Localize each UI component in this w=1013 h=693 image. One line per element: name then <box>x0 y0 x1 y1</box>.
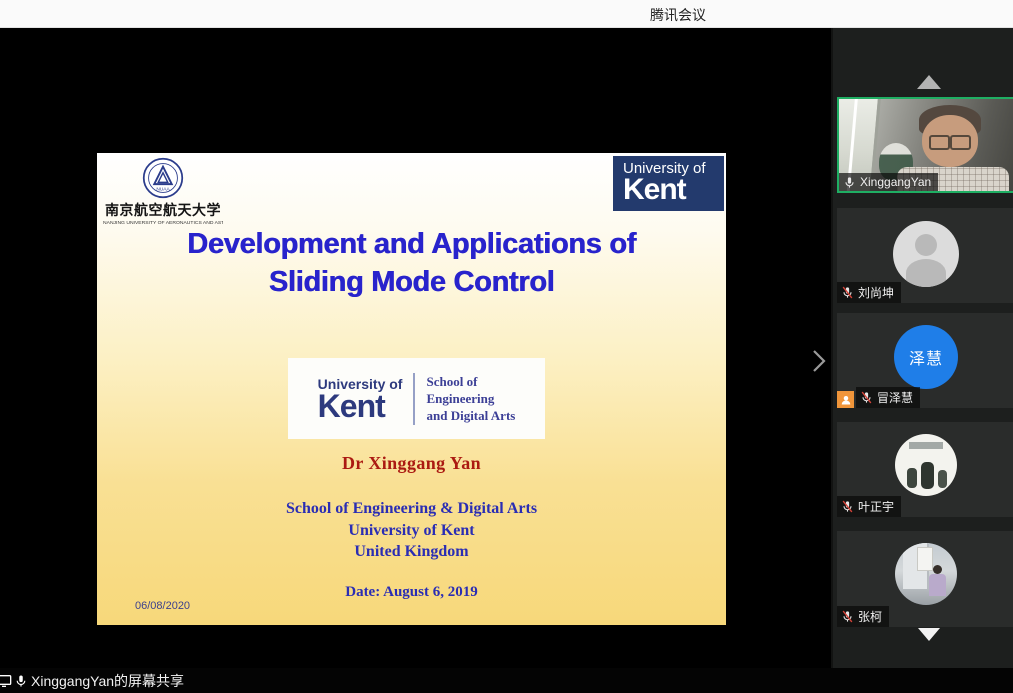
affiliation-line3: United Kingdom <box>97 541 726 563</box>
participant-tile-liushangkun[interactable]: 刘尚坤 <box>837 208 1013 303</box>
participant-name-label: 叶正宇 <box>858 498 894 515</box>
presenter-name: Dr Xinggang Yan <box>97 453 726 474</box>
window-title-bar: 腾讯会议 <box>0 0 1013 28</box>
slide-title-line2: Sliding Mode Control <box>97 263 726 301</box>
screen-share-icon <box>0 673 12 689</box>
participant-tile-xinggangyan[interactable]: XinggangYan <box>837 97 1013 193</box>
presentation-slide: NUAA 南京航空航天大学 NANJING UNIVERSITY OF AERO… <box>97 153 726 625</box>
participant-name-label: 刘尚坤 <box>858 284 894 301</box>
participant-name-bar: 刘尚坤 <box>837 282 901 303</box>
participants-sidebar: XinggangYan 刘尚坤 泽慧 <box>831 28 1013 668</box>
participant-tile-yezhengyu[interactable]: 叶正宇 <box>837 422 1013 517</box>
kent-badge-line2: Kent <box>623 173 718 207</box>
slide-title: Development and Applications of Sliding … <box>97 225 726 301</box>
slide-title-line1: Development and Applications of <box>97 225 726 263</box>
scroll-down-button[interactable] <box>918 628 940 641</box>
affiliation-block: School of Engineering & Digital Arts Uni… <box>97 498 726 563</box>
participant-name-label: 张柯 <box>858 608 882 625</box>
member-role-badge-icon <box>837 391 854 408</box>
avatar-initials: 泽慧 <box>894 325 958 389</box>
participant-name-bar: 冒泽慧 <box>837 387 920 408</box>
mic-muted-icon <box>841 286 854 299</box>
participant-name-bar: 叶正宇 <box>837 496 901 517</box>
mic-muted-icon <box>841 610 854 623</box>
avatar-image <box>895 434 957 496</box>
affiliation-line1: School of Engineering & Digital Arts <box>97 498 726 520</box>
presentation-date: Date: August 6, 2019 <box>97 584 726 601</box>
kent-logo-text: University of Kent <box>318 376 403 420</box>
mic-muted-icon <box>841 500 854 513</box>
mic-muted-icon <box>860 391 873 404</box>
scroll-up-button[interactable] <box>917 75 941 89</box>
nuaa-name-cn: 南京航空航天大学 <box>103 200 223 220</box>
nuaa-emblem-icon: NUAA <box>142 157 184 199</box>
svg-text:NUAA: NUAA <box>156 186 170 192</box>
bottom-status-bar: XinggangYan的屏幕共享 <box>0 668 1013 693</box>
participant-name-label: XinggangYan <box>860 175 931 189</box>
participant-tile-zhangke[interactable]: 张柯 <box>837 531 1013 627</box>
participant-name-bar: XinggangYan <box>839 173 938 191</box>
participant-name-bar: 张柯 <box>837 606 889 627</box>
avatar-image <box>895 543 957 605</box>
kent-school-logo-box: University of Kent School of Engineering… <box>288 358 545 439</box>
mic-on-icon <box>843 176 856 189</box>
app-title: 腾讯会议 <box>650 5 706 25</box>
avatar-placeholder-icon <box>893 221 959 287</box>
school-name-text: School of Engineering and Digital Arts <box>426 373 515 424</box>
affiliation-line2: University of Kent <box>97 520 726 542</box>
participant-tile-maozehui[interactable]: 泽慧 冒泽慧 <box>837 313 1013 408</box>
sidebar-collapse-chevron-icon[interactable] <box>811 348 827 374</box>
screen-share-stage: NUAA 南京航空航天大学 NANJING UNIVERSITY OF AERO… <box>0 28 831 668</box>
kent-logo-badge: University of Kent <box>613 156 724 211</box>
logo-divider <box>413 373 415 425</box>
screen-share-status-text: XinggangYan的屏幕共享 <box>31 671 184 691</box>
participant-name-label: 冒泽慧 <box>877 389 913 406</box>
slide-footer-date: 06/08/2020 <box>135 600 190 612</box>
nuaa-logo: NUAA 南京航空航天大学 NANJING UNIVERSITY OF AERO… <box>103 157 223 226</box>
presenter-mic-icon <box>14 674 28 688</box>
